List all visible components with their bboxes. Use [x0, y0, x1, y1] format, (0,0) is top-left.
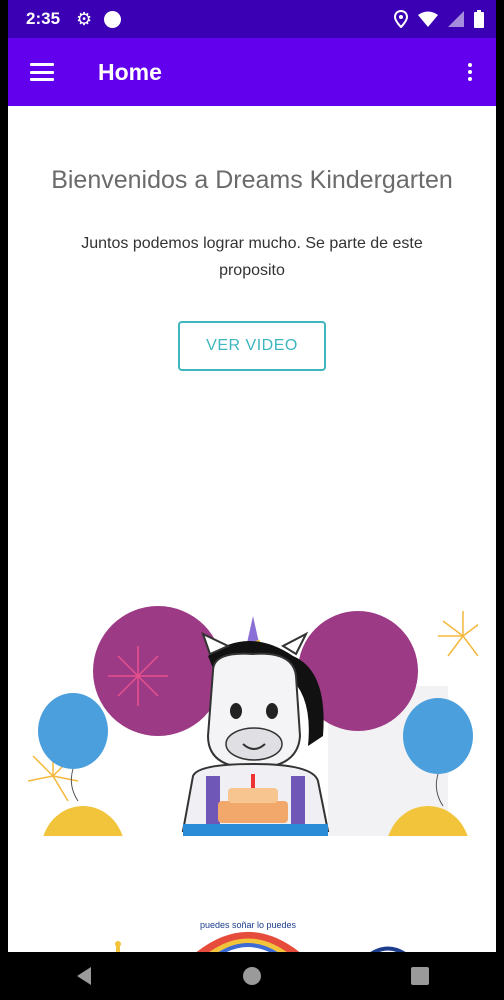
blue-balloon-left	[38, 693, 108, 769]
menu-icon[interactable]	[30, 63, 54, 81]
app-bar: Home	[8, 38, 496, 106]
yellow-balloon-left	[43, 806, 123, 836]
welcome-title: Bienvenidos a Dreams Kindergarten	[51, 166, 453, 194]
page-title: Home	[98, 58, 162, 85]
location-icon	[394, 10, 408, 28]
gear-icon: ⚙	[76, 8, 93, 29]
battery-icon	[474, 10, 484, 28]
logo-arc-text: puedes soñar lo puedes	[200, 920, 297, 930]
status-time: 2:35	[26, 9, 61, 28]
party-table	[183, 824, 328, 836]
wifi-icon	[418, 11, 438, 27]
birthday-unicorn-illustration	[28, 606, 478, 836]
welcome-subtitle: Juntos podemos lograr mucho. Se parte de…	[81, 235, 423, 279]
back-icon[interactable]	[64, 956, 104, 996]
birthday-cake	[218, 801, 288, 823]
recents-icon[interactable]	[400, 956, 440, 996]
home-icon[interactable]	[232, 956, 272, 996]
notification-dot-icon	[104, 10, 122, 28]
firework-right	[438, 611, 478, 657]
school-logo: puedes soñar lo puedes	[115, 920, 406, 952]
main-content: Bienvenidos a Dreams Kindergarten Juntos…	[8, 106, 496, 952]
blue-balloon-right	[403, 698, 473, 774]
purple-circle-left	[93, 606, 223, 736]
system-nav-bar	[0, 952, 504, 1000]
status-icons	[394, 10, 484, 28]
watch-video-button[interactable]: VER VIDEO	[178, 321, 326, 371]
status-bar: 2:35 ⚙	[8, 0, 496, 38]
more-options-icon[interactable]	[460, 57, 480, 87]
signal-icon	[448, 11, 464, 27]
